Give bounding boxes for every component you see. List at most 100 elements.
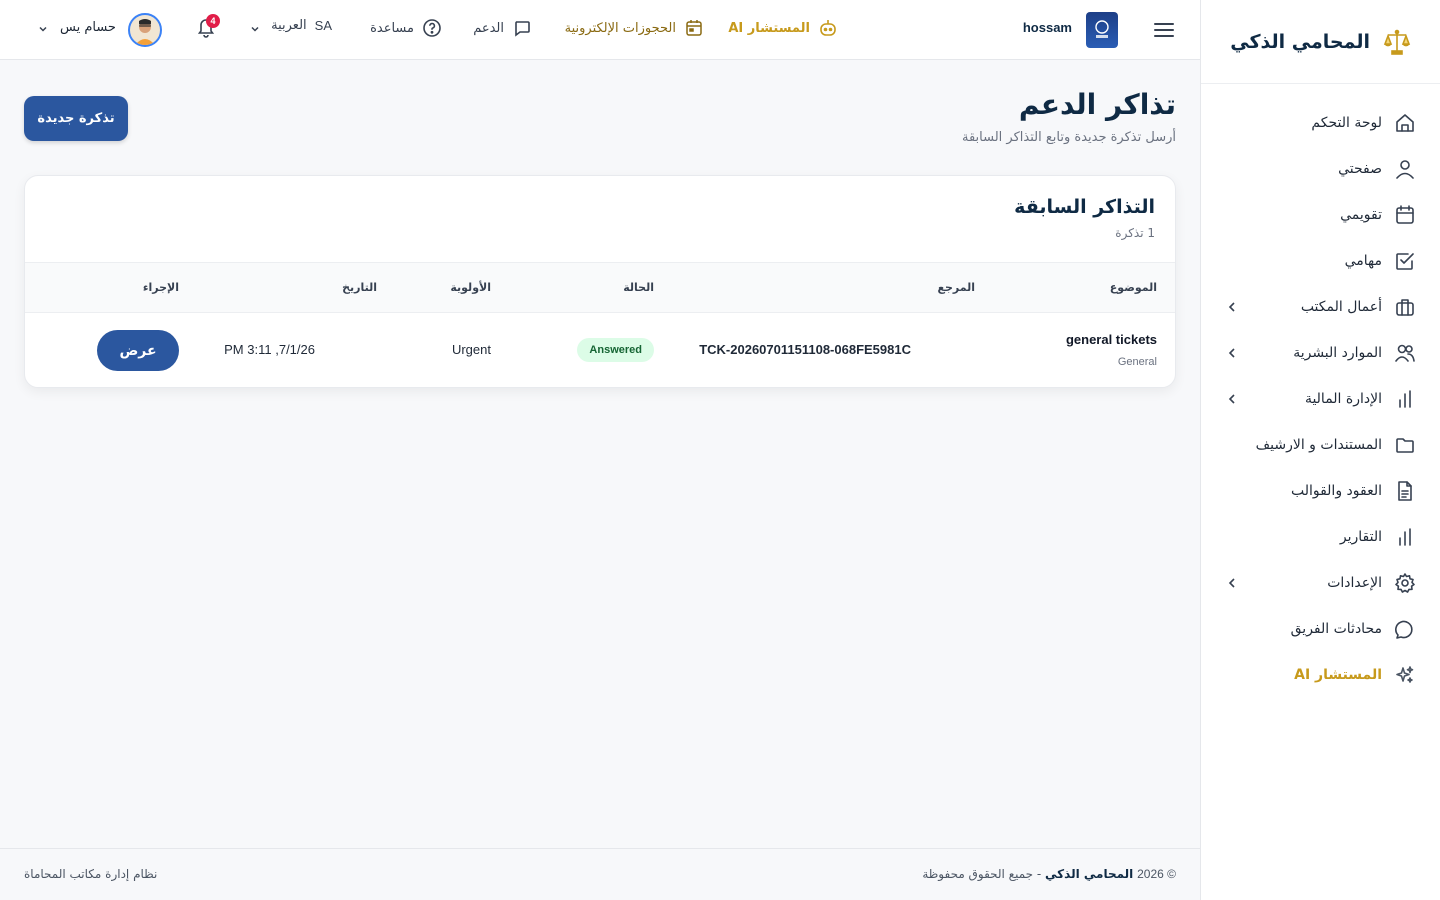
sidebar-item-documents[interactable]: المستندات و الارشيف [1201,422,1440,468]
main-content: تذاكر الدعم أرسل تذكرة جديدة وتابع التذا… [0,60,1200,848]
sidebar-item-my-tasks[interactable]: مهامي [1201,238,1440,284]
view-ticket-button[interactable]: عرض [97,330,179,371]
bookings-link[interactable]: الحجوزات الإلكترونية [565,18,704,38]
calendar-icon [684,18,704,38]
brand[interactable]: المحامي الذكي [1201,0,1440,84]
sidebar-item-label: أعمال المكتب [1300,299,1382,315]
bar-chart-icon [1394,388,1416,410]
brand-title: المحامي الذكي [1230,30,1370,53]
sidebar-item-team-chat[interactable]: محادثات الفريق [1201,606,1440,652]
sidebar-item-settings[interactable]: الإعدادات [1201,560,1440,606]
col-subject: الموضوع [1109,281,1157,294]
sidebar-item-label: العقود والقوالب [1290,483,1382,499]
file-text-icon [1394,480,1416,502]
sidebar-nav: لوحة التحكم صفحتي تقويمي مهامي أعمال المكتب ا… [1201,84,1440,698]
chat-icon [1394,618,1416,640]
page-title: تذاكر الدعم [1018,88,1176,121]
ticket-priority: Urgent [451,342,491,357]
sidebar-item-label: المستندات و الارشيف [1255,437,1382,453]
bookings-label: الحجوزات الإلكترونية [564,20,676,36]
sidebar-item-label: صفحتي [1338,161,1382,177]
support-label: الدعم [473,20,504,36]
sidebar-item-my-page[interactable]: صفحتي [1201,146,1440,192]
users-icon [1394,342,1416,364]
col-reference: المرجع [937,281,975,294]
office-name[interactable]: hossam [1023,20,1072,35]
sparkles-icon [1394,664,1416,686]
new-ticket-button[interactable]: تذكرة جديدة [24,96,128,141]
sidebar-item-label: الإدارة المالية [1304,391,1382,407]
sidebar-item-hr[interactable]: الموارد البشرية [1201,330,1440,376]
gear-icon [1394,572,1416,594]
footer-system-name: نظام إدارة مكاتب المحاماة [24,867,158,881]
status-badge: Answered [577,338,654,362]
chevron-left-icon [1225,300,1239,314]
sidebar-item-dashboard[interactable]: لوحة التحكم [1201,100,1440,146]
help-link[interactable]: مساعدة [370,18,442,38]
sidebar-item-label: تقويمي [1340,207,1382,223]
col-priority: الأولوية [450,281,491,294]
copyright-year: © 2026 [1137,867,1176,881]
footer-rights: - جميع الحقوق محفوظة [922,867,1042,881]
briefcase-icon [1394,296,1416,318]
avatar[interactable] [128,13,162,47]
chevron-left-icon [1225,576,1239,590]
sidebar-item-my-calendar[interactable]: تقويمي [1201,192,1440,238]
calendar-icon [1394,204,1416,226]
ticket-subject: general tickets [1065,332,1157,347]
scales-logo-icon [1382,27,1412,57]
chevron-left-icon [1225,392,1239,406]
sidebar: المحامي الذكي لوحة التحكم صفحتي تقويمي مهام… [1200,0,1440,900]
sidebar-item-ai-advisor[interactable]: المستشار AI [1201,652,1440,698]
language-code: SA [314,18,332,33]
ticket-count: 1 تذكرة [1115,226,1155,240]
sidebar-item-label: الإعدادات [1327,575,1382,591]
language-label: العربية [271,18,307,33]
language-selector[interactable]: SA العربية [271,18,332,33]
ai-advisor-link[interactable]: المستشار AI [728,18,838,38]
ai-advisor-label: المستشار AI [728,20,810,36]
user-icon [1394,158,1416,180]
sidebar-item-label: مهامي [1344,253,1382,269]
card-title: التذاكر السابقة [1014,196,1155,218]
notification-badge: 4 [206,14,220,28]
help-circle-icon [422,18,442,38]
chevron-down-icon[interactable] [250,24,260,34]
table-row[interactable]: general tickets General TCK-202607011511… [25,313,1175,387]
chat-icon [512,18,532,38]
sidebar-item-office-work[interactable]: أعمال المكتب [1201,284,1440,330]
support-link[interactable]: الدعم [473,18,532,38]
sidebar-item-finance[interactable]: الإدارة المالية [1201,376,1440,422]
robot-icon [818,18,838,38]
sidebar-item-label: التقارير [1339,529,1382,545]
sidebar-item-label: محادثات الفريق [1290,621,1382,637]
ticket-reference: TCK-20260701151108-068FE5981C [699,342,911,357]
footer-copyright: © 2026 المحامي الذكي - جميع الحقوق محفوظ… [922,867,1176,881]
folder-icon [1394,434,1416,456]
help-label: مساعدة [370,20,414,36]
sidebar-item-reports[interactable]: التقارير [1201,514,1440,560]
ticket-category: General [1117,356,1157,368]
bar-chart-icon [1394,526,1416,548]
sidebar-item-contracts[interactable]: العقود والقوالب [1201,468,1440,514]
sidebar-item-label: الموارد البشرية [1293,345,1382,361]
sidebar-item-label: المستشار AI [1294,667,1382,683]
top-header: hossam المستشار AI الحجوزات الإلكترونية … [0,0,1200,60]
col-action: الإجراء [142,281,179,294]
menu-icon[interactable] [1152,18,1176,42]
office-logo [1086,12,1118,48]
sidebar-item-label: لوحة التحكم [1311,115,1382,131]
footer: © 2026 المحامي الذكي - جميع الحقوق محفوظ… [0,848,1200,900]
notifications-bell[interactable]: 4 [196,14,220,38]
chevron-down-icon[interactable] [38,24,48,34]
chevron-left-icon [1225,346,1239,360]
col-date: التاريخ [342,281,377,294]
col-status: الحالة [623,281,654,294]
check-square-icon [1394,250,1416,272]
table-header: الموضوع المرجع الحالة الأولوية التاريخ ا… [25,262,1175,313]
footer-brand: المحامي الذكي [1045,867,1134,881]
user-name[interactable]: حسام يس [60,20,116,35]
page-subtitle: أرسل تذكرة جديدة وتابع التذاكر السابقة [962,130,1176,145]
tickets-card: التذاكر السابقة 1 تذكرة الموضوع المرجع ا… [24,175,1176,388]
ticket-date: 7/1/26, 3:11 PM [224,342,315,357]
